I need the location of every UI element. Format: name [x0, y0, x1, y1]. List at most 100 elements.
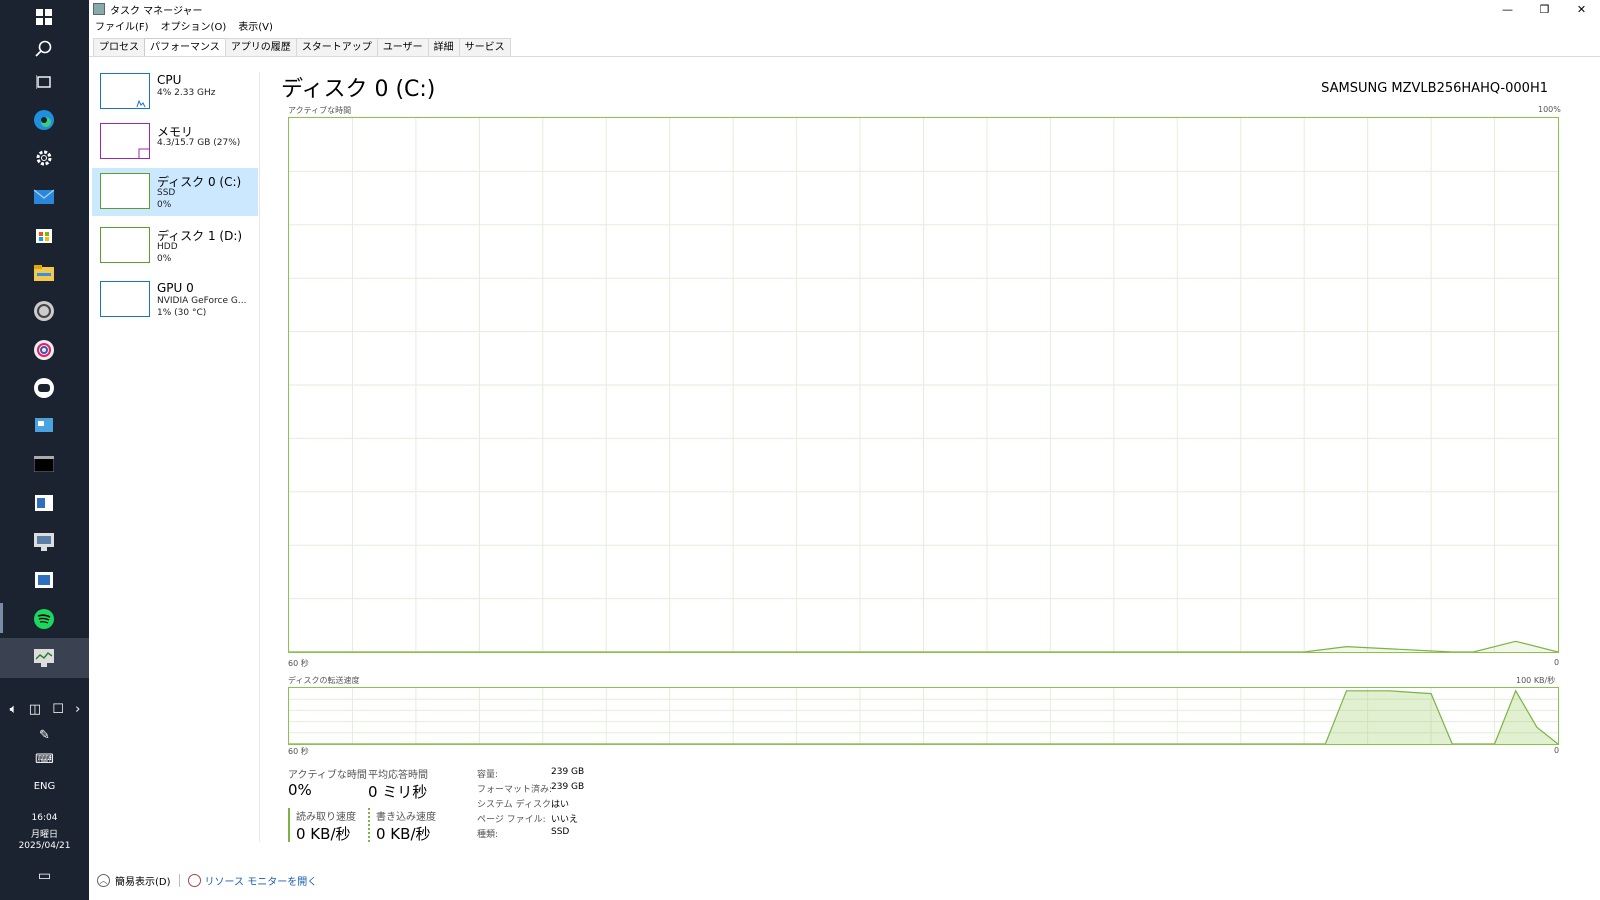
menu-file[interactable]: ファイル(F): [95, 19, 149, 36]
formatted-value: 239 GB: [551, 782, 585, 792]
keyboard-icon[interactable]: ⌨: [0, 752, 89, 767]
read-speed-box: 読み取り速度 0 KB/秒: [288, 808, 356, 843]
tab-processes[interactable]: プロセス: [93, 38, 145, 57]
system-disk-value: はい: [551, 800, 570, 810]
tab-startup[interactable]: スタートアップ: [295, 38, 378, 57]
panel-divider: [259, 72, 260, 842]
task-manager-icon: [93, 3, 105, 15]
write-speed-label: 書き込み速度: [376, 812, 436, 823]
chevron-right-icon[interactable]: ›: [75, 702, 80, 717]
taskbar: 🔈︎ ◫ ☐ › ✎ ⌨ ENG 16:04 月曜日 2025/04/21 ▭: [0, 0, 89, 900]
page-title: ディスク 0 (C:): [281, 77, 436, 102]
device-disk-1[interactable]: ディスク 1 (D:) HDD 0%: [92, 222, 258, 270]
spotify-icon[interactable]: [29, 604, 59, 634]
window-controls: — ❐ ✕: [1489, 0, 1600, 18]
tab-details[interactable]: 詳細: [427, 38, 460, 57]
device-disk-0[interactable]: ディスク 0 (C:) SSD 0%: [92, 168, 258, 216]
menu-options[interactable]: オプション(O): [161, 19, 227, 36]
close-button[interactable]: ✕: [1563, 0, 1600, 18]
graph2-time-left: 60 秒: [288, 747, 309, 756]
network-icon[interactable]: ◫: [29, 702, 41, 717]
device-detail: NVIDIA GeForce G...: [157, 296, 247, 306]
volume-icon[interactable]: 🔈︎: [10, 702, 18, 717]
graph1-max-label: 100%: [1538, 105, 1561, 114]
graph1-time-left: 60 秒: [288, 659, 309, 668]
search-icon[interactable]: [29, 34, 59, 64]
clock-date[interactable]: 2025/04/21: [0, 841, 89, 851]
memory-thumbnail-graph: [100, 123, 150, 159]
taskbar-running-indicator: [0, 603, 3, 633]
device-detail: HDD: [157, 242, 178, 252]
device-gpu-0[interactable]: GPU 0 NVIDIA GeForce G... 1% (30 °C): [92, 276, 258, 324]
notification-icon[interactable]: ▭: [0, 868, 89, 884]
page-file-value: いいえ: [551, 815, 579, 825]
file-explorer-icon[interactable]: [29, 258, 59, 288]
disk0-thumbnail-graph: [100, 173, 150, 209]
read-speed-value: 0 KB/秒: [296, 825, 351, 843]
task-manager-icon[interactable]: [29, 643, 59, 673]
language-indicator[interactable]: ENG: [0, 781, 89, 792]
window-title: タスク マネージャー: [110, 5, 203, 17]
open-resource-monitor-link[interactable]: リソース モニターを開く: [205, 873, 318, 888]
capacity-label: 容量:: [477, 770, 499, 780]
active-time-graph-canvas: [289, 118, 1558, 652]
app-icon[interactable]: [29, 296, 59, 326]
type-label: 種類:: [477, 830, 499, 840]
line-icon[interactable]: [29, 373, 59, 403]
disk1-thumbnail-graph: [100, 227, 150, 263]
mail-icon[interactable]: [29, 182, 59, 212]
windows-start-icon[interactable]: [29, 2, 59, 32]
graph2-label: ディスクの転送速度: [288, 676, 360, 685]
cpu-thumbnail-graph: [100, 73, 150, 109]
app-icon[interactable]: [29, 565, 59, 595]
page-file-label: ページ ファイル:: [477, 815, 546, 825]
minimize-button[interactable]: —: [1489, 0, 1526, 18]
tab-performance[interactable]: パフォーマンス: [144, 38, 226, 57]
app-icon[interactable]: [29, 411, 59, 441]
store-icon[interactable]: [29, 220, 59, 250]
system-disk-label: システム ディスク:: [477, 800, 554, 810]
graph2-time-right: 0: [1554, 746, 1560, 755]
active-time-graph: [288, 117, 1559, 653]
type-value: SSD: [551, 827, 570, 837]
restore-button[interactable]: ❐: [1526, 0, 1563, 18]
capacity-value: 239 GB: [551, 767, 585, 777]
resource-monitor-icon[interactable]: [187, 873, 201, 887]
graph1-label: アクティブな時間: [288, 106, 352, 115]
device-detail: 1% (30 °C): [157, 308, 207, 318]
app-icon[interactable]: [29, 335, 59, 365]
tab-app-history[interactable]: アプリの履歴: [224, 38, 297, 57]
gpu-thumbnail-graph: [100, 281, 150, 317]
menu-view[interactable]: 表示(V): [238, 19, 273, 36]
formatted-label: フォーマット済み:: [477, 785, 553, 795]
task-view-icon[interactable]: [29, 67, 59, 97]
device-cpu[interactable]: CPU 4% 2.33 GHz: [92, 68, 258, 116]
title-bar[interactable]: タスク マネージャー: [89, 0, 1600, 18]
tab-users[interactable]: ユーザー: [376, 38, 429, 57]
active-time-label: アクティブな時間: [288, 770, 367, 781]
clock-time[interactable]: 16:04: [0, 813, 89, 823]
device-list: CPU 4% 2.33 GHz メモリ 4.3/15.7 GB (27%) ディ…: [92, 68, 258, 326]
avg-response-label: 平均応答時間: [368, 770, 428, 781]
device-name: GPU 0: [157, 281, 194, 295]
battery-icon[interactable]: ☐: [52, 702, 64, 717]
chevron-up-icon[interactable]: ︿: [97, 873, 110, 887]
tab-divider: [89, 56, 1600, 57]
device-detail: 4% 2.33 GHz: [157, 88, 216, 98]
avg-response-value: 0 ミリ秒: [368, 783, 428, 801]
app-icon[interactable]: [29, 527, 59, 557]
disk-model-name: SAMSUNG MZVLB256HAHQ-000H1: [1321, 81, 1548, 96]
app-icon[interactable]: [29, 488, 59, 518]
device-detail: 0%: [157, 200, 172, 210]
tab-services[interactable]: サービス: [458, 38, 511, 57]
device-memory[interactable]: メモリ 4.3/15.7 GB (27%): [92, 118, 258, 166]
settings-icon[interactable]: [29, 143, 59, 173]
clock-weekday[interactable]: 月曜日: [0, 827, 89, 840]
fewer-details-link[interactable]: 簡易表示(D): [115, 873, 171, 888]
pen-icon[interactable]: ✎: [0, 728, 89, 743]
terminal-icon[interactable]: [29, 449, 59, 479]
edge-icon[interactable]: [29, 105, 59, 135]
graph2-max-label: 100 KB/秒: [1516, 676, 1556, 685]
device-detail: SSD: [157, 188, 176, 198]
footer-bar: ︿ 簡易表示(D) リソース モニターを開く: [89, 868, 1600, 892]
